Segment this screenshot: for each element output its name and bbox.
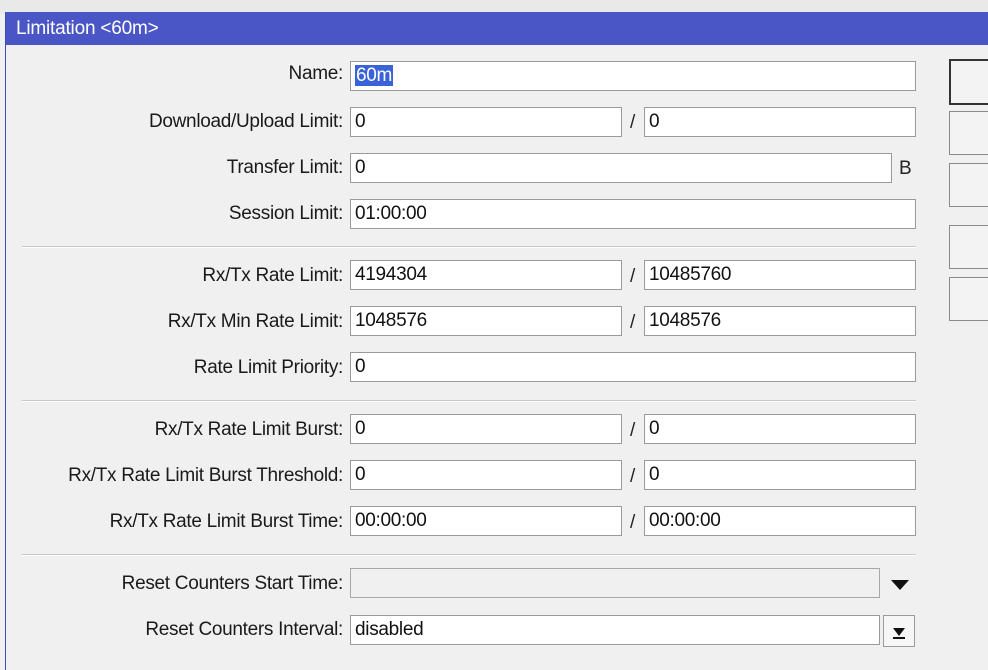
pair-separator: /	[630, 112, 636, 133]
rx-tx-rate-limit-label: Rx/Tx Rate Limit:	[202, 265, 343, 286]
name-label: Name:	[288, 63, 344, 84]
copy-button[interactable]	[949, 225, 988, 269]
download-upload-limit-label: Download/Upload Limit:	[148, 111, 343, 132]
rx-tx-min-rate-limit-label: Rx/Tx Min Rate Limit:	[167, 311, 344, 332]
reset-counters-start-time-field[interactable]	[350, 568, 880, 598]
transfer-unit-label: B	[899, 158, 912, 179]
session-limit-label: Session Limit:	[228, 203, 343, 224]
tx-burst-time-field[interactable]: 00:00:00	[644, 506, 916, 536]
separator	[22, 246, 916, 248]
rx-burst-threshold-field[interactable]: 0	[350, 460, 622, 490]
window-title: Limitation <60m>	[16, 18, 159, 39]
ok-button[interactable]	[949, 59, 988, 105]
rx-tx-burst-time-label: Rx/Tx Rate Limit Burst Time:	[109, 511, 344, 532]
cancel-button[interactable]	[949, 111, 988, 155]
reset-counters-interval-dropdown-button[interactable]	[883, 615, 915, 647]
rx-tx-rate-limit-burst-label: Rx/Tx Rate Limit Burst:	[154, 419, 344, 440]
rx-burst-field[interactable]: 0	[350, 414, 622, 444]
rate-limit-priority-label: Rate Limit Priority:	[193, 357, 344, 378]
rx-rate-limit-field[interactable]: 4194304	[350, 260, 622, 290]
reset-counters-start-time-label: Reset Counters Start Time:	[121, 573, 344, 594]
reset-counters-interval-label: Reset Counters Interval:	[145, 619, 343, 640]
remove-button[interactable]	[949, 277, 988, 321]
arrow-down-bar-icon	[893, 628, 905, 636]
download-limit-field[interactable]: 0	[350, 107, 622, 137]
tx-burst-threshold-field[interactable]: 0	[644, 460, 916, 490]
name-field[interactable]: 60m	[350, 61, 916, 91]
pair-separator: /	[630, 466, 636, 487]
arrow-down-bar-icon-bar	[893, 637, 905, 639]
separator	[22, 400, 916, 402]
apply-button[interactable]	[949, 163, 988, 207]
chevron-down-icon[interactable]	[891, 580, 909, 590]
rate-limit-priority-field[interactable]: 0	[350, 352, 916, 382]
transfer-limit-field[interactable]: 0	[350, 153, 892, 183]
name-value: 60m	[355, 65, 394, 86]
pair-separator: /	[630, 420, 636, 441]
rx-burst-time-field[interactable]: 00:00:00	[350, 506, 622, 536]
separator	[22, 554, 916, 556]
reset-counters-interval-field[interactable]: disabled	[350, 615, 880, 645]
tx-min-rate-limit-field[interactable]: 1048576	[644, 306, 916, 336]
session-limit-field[interactable]: 01:00:00	[350, 199, 916, 229]
rx-min-rate-limit-field[interactable]: 1048576	[350, 306, 622, 336]
transfer-limit-label: Transfer Limit:	[226, 157, 344, 178]
tx-burst-field[interactable]: 0	[644, 414, 916, 444]
upload-limit-field[interactable]: 0	[644, 107, 916, 137]
rx-tx-burst-threshold-label: Rx/Tx Rate Limit Burst Threshold:	[68, 465, 343, 486]
pair-separator: /	[630, 266, 636, 287]
pair-separator: /	[630, 512, 636, 533]
pair-separator: /	[630, 312, 636, 333]
limitation-dialog: Limitation <60m> Name: 60m Download/Uplo…	[5, 12, 988, 670]
title-bar: Limitation <60m>	[6, 12, 988, 45]
tx-rate-limit-field[interactable]: 10485760	[644, 260, 916, 290]
